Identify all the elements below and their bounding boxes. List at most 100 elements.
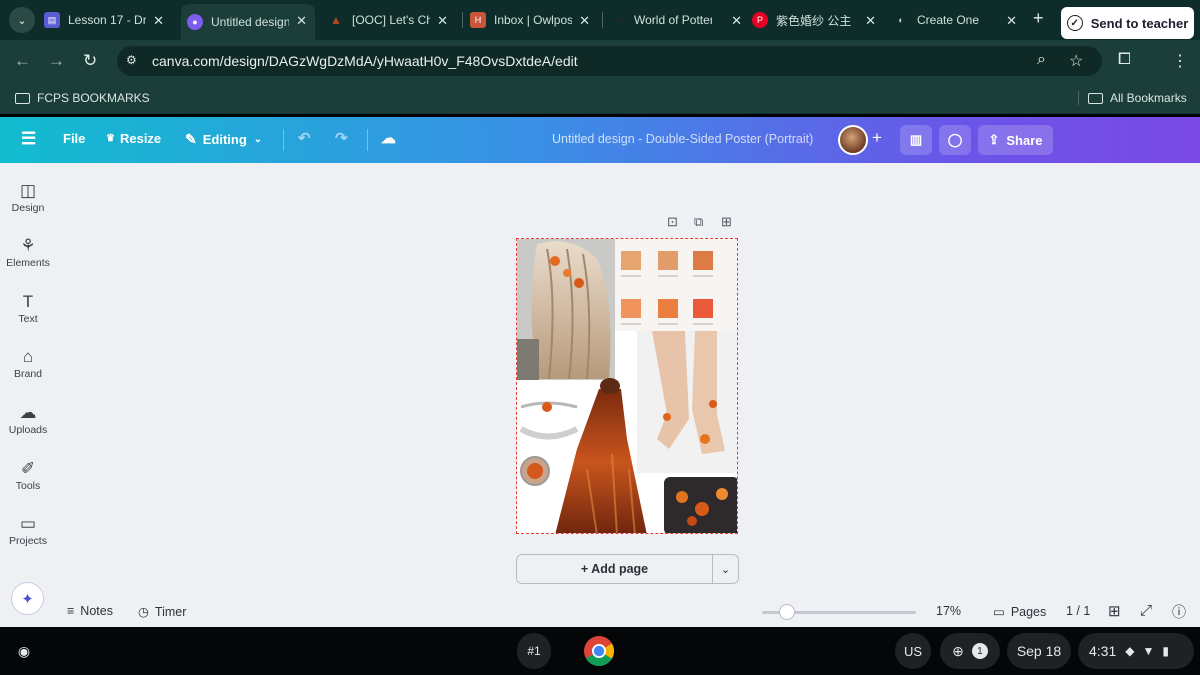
comment-icon[interactable]: ◯ [939, 125, 971, 155]
palette-swatch-caption [658, 275, 678, 277]
sidebar-item-text[interactable]: T Text [0, 291, 56, 325]
chrome-app-icon[interactable] [581, 633, 617, 669]
palette-swatch [621, 299, 641, 318]
avatar[interactable] [838, 125, 868, 155]
file-menu[interactable]: File [63, 131, 85, 146]
sidebar-item-projects[interactable]: ▭ Projects [0, 513, 56, 547]
tab-title: Create One [917, 13, 980, 27]
close-icon[interactable]: ✕ [865, 13, 876, 29]
add-page-icon[interactable]: ⊞ [721, 214, 732, 230]
zoom-search-icon[interactable]: ⌕ [1037, 51, 1046, 69]
all-bookmarks[interactable]: All Bookmarks [1078, 91, 1187, 105]
close-icon[interactable]: ✕ [1006, 13, 1017, 29]
sidebar-item-design[interactable]: ◫ Design [0, 180, 56, 214]
pencil-icon: ✎ [185, 131, 197, 147]
tab-untitled-design[interactable]: ● Untitled design ✕ [181, 4, 315, 40]
canva-header: ☰ File ♛ Resize ✎ Editing ⌄ ↶ ↷ ☁ Untitl… [0, 117, 1200, 163]
sidebar-item-tools[interactable]: ✐ Tools [0, 458, 56, 492]
help-icon[interactable]: ⓘ [1172, 602, 1186, 622]
redo-icon[interactable]: ↷ [335, 129, 348, 147]
launcher-icon[interactable]: ◉ [6, 633, 42, 669]
header-divider [367, 129, 368, 151]
resize-button[interactable]: ♛ Resize [106, 131, 161, 146]
close-icon[interactable]: ✕ [579, 13, 590, 29]
add-collaborator-icon[interactable]: + [872, 128, 882, 148]
input-method-indicator[interactable]: US [895, 633, 931, 669]
lock-page-icon[interactable]: ⊡ [667, 214, 678, 230]
editing-mode-button[interactable]: ✎ Editing ⌄ [185, 131, 262, 148]
pages-label: Pages [1010, 604, 1047, 619]
tab-favicon: ◐ [898, 15, 904, 25]
insights-chart-icon[interactable]: ▥ [900, 125, 932, 155]
sidebar-label: Tools [15, 480, 41, 492]
forward-icon[interactable]: → [48, 51, 65, 71]
sidebar-item-uploads[interactable]: ☁ Uploads [0, 402, 56, 436]
launcher-badge[interactable]: #1 [517, 633, 551, 669]
bookmark-bar: FCPS BOOKMARKS All Bookmarks [0, 84, 1200, 114]
zoom-percentage[interactable]: 17% [936, 604, 961, 618]
sidebar-label: Uploads [8, 424, 48, 436]
sidebar-label: Projects [9, 535, 47, 547]
fullscreen-icon[interactable]: ⤢ [1140, 602, 1152, 619]
extensions-icon[interactable]: ⧠ [1118, 51, 1131, 69]
close-icon[interactable]: ✕ [153, 13, 164, 29]
timer-button[interactable]: ◷ Timer [138, 604, 186, 620]
battery-saver-icon: ◆ [1125, 644, 1135, 658]
palette-swatch-caption [658, 323, 678, 325]
object-panel-nav: ◫ Design ⚘ Elements T Text ⌂ Brand ☁ Upl… [0, 163, 56, 627]
tab-pinterest[interactable]: P 紫色婚纱 公主 ✕ [752, 0, 884, 40]
magic-sparkle-icon[interactable]: ✦ [11, 582, 44, 615]
palette-swatch [658, 299, 678, 318]
close-icon[interactable]: ✕ [437, 13, 448, 29]
tools-icon: ✐ [20, 459, 36, 478]
timer-icon: ◷ [138, 605, 149, 619]
bookmark-folder-fcps[interactable]: FCPS BOOKMARKS [15, 91, 150, 105]
pages-button[interactable]: ▭ Pages [993, 604, 1047, 620]
notification-tray[interactable]: ⊕ 1 [940, 633, 1000, 669]
design-page-canvas[interactable] [516, 238, 738, 534]
hamburger-menu-icon[interactable]: ☰ [21, 129, 36, 149]
status-area[interactable]: 4:31 ◆ ▼ ▮ [1078, 633, 1194, 669]
undo-icon[interactable]: ↶ [298, 129, 311, 147]
omnibox[interactable]: ⚙ canva.com/design/DAGzWgDzMdA/yHwaatH0v… [117, 46, 1102, 76]
close-icon[interactable]: ✕ [296, 13, 307, 29]
document-title[interactable]: Untitled design - Double-Sided Poster (P… [552, 132, 813, 146]
sidebar-item-brand[interactable]: ⌂ Brand [0, 346, 56, 380]
new-tab-plus-icon[interactable]: + [1033, 8, 1044, 29]
battery-icon: ▮ [1162, 644, 1169, 658]
notes-button[interactable]: ≡ Notes [67, 604, 113, 618]
chrome-logo-icon [584, 636, 615, 667]
tab-title: [OOC] Let's Ch [352, 13, 430, 27]
date-display[interactable]: Sep 18 [1007, 633, 1071, 669]
tab-lesson[interactable]: ▤ Lesson 17 - Dr ✕ [44, 0, 172, 40]
site-info-icon[interactable]: ⚙ [126, 53, 142, 69]
tab-owlpost[interactable]: H Inbox | Owlpost ✕ [470, 0, 598, 40]
close-icon[interactable]: ✕ [731, 13, 742, 29]
add-page-button[interactable]: + Add page [516, 554, 713, 584]
elements-icon: ⚘ [20, 236, 36, 255]
chevron-down-icon[interactable]: ⌄ [712, 554, 739, 584]
resize-label: Resize [119, 131, 162, 146]
sidebar-item-elements[interactable]: ⚘ Elements [0, 235, 56, 269]
duplicate-page-icon[interactable]: ⧉ [694, 214, 703, 230]
tab-ooc[interactable]: ▲ [OOC] Let's Ch ✕ [328, 0, 456, 40]
bookmark-star-icon[interactable]: ☆ [1069, 51, 1083, 71]
share-button[interactable]: ⇪ Share [978, 125, 1053, 155]
palette-swatch-caption [621, 275, 641, 277]
zoom-slider-handle[interactable] [779, 604, 795, 620]
reload-icon[interactable]: ↻ [83, 51, 97, 71]
tab-world-of-potter[interactable]: ▪ World of Potter ✕ [610, 0, 750, 40]
tab-create-one[interactable]: ◐ Create One ✕ [893, 0, 1025, 40]
pinterest-icon: P [752, 12, 768, 28]
send-to-teacher-button[interactable]: ✓ Send to teacher [1061, 7, 1194, 39]
download-icon: ⊕ [952, 642, 964, 659]
sidebar-label: Elements [6, 257, 50, 269]
grid-view-icon[interactable]: ⊞ [1108, 602, 1121, 620]
cloud-saved-icon[interactable]: ☁ [381, 129, 396, 147]
tab-search-button[interactable]: ⌄ [9, 7, 35, 33]
menu-kebab-icon[interactable]: ⋮ [1172, 51, 1188, 71]
palette-swatch [658, 251, 678, 270]
clock-time: 4:31 [1089, 643, 1117, 659]
back-icon[interactable]: ← [14, 51, 31, 71]
url-text[interactable]: canva.com/design/DAGzWgDzMdA/yHwaatH0v_F… [152, 53, 578, 69]
